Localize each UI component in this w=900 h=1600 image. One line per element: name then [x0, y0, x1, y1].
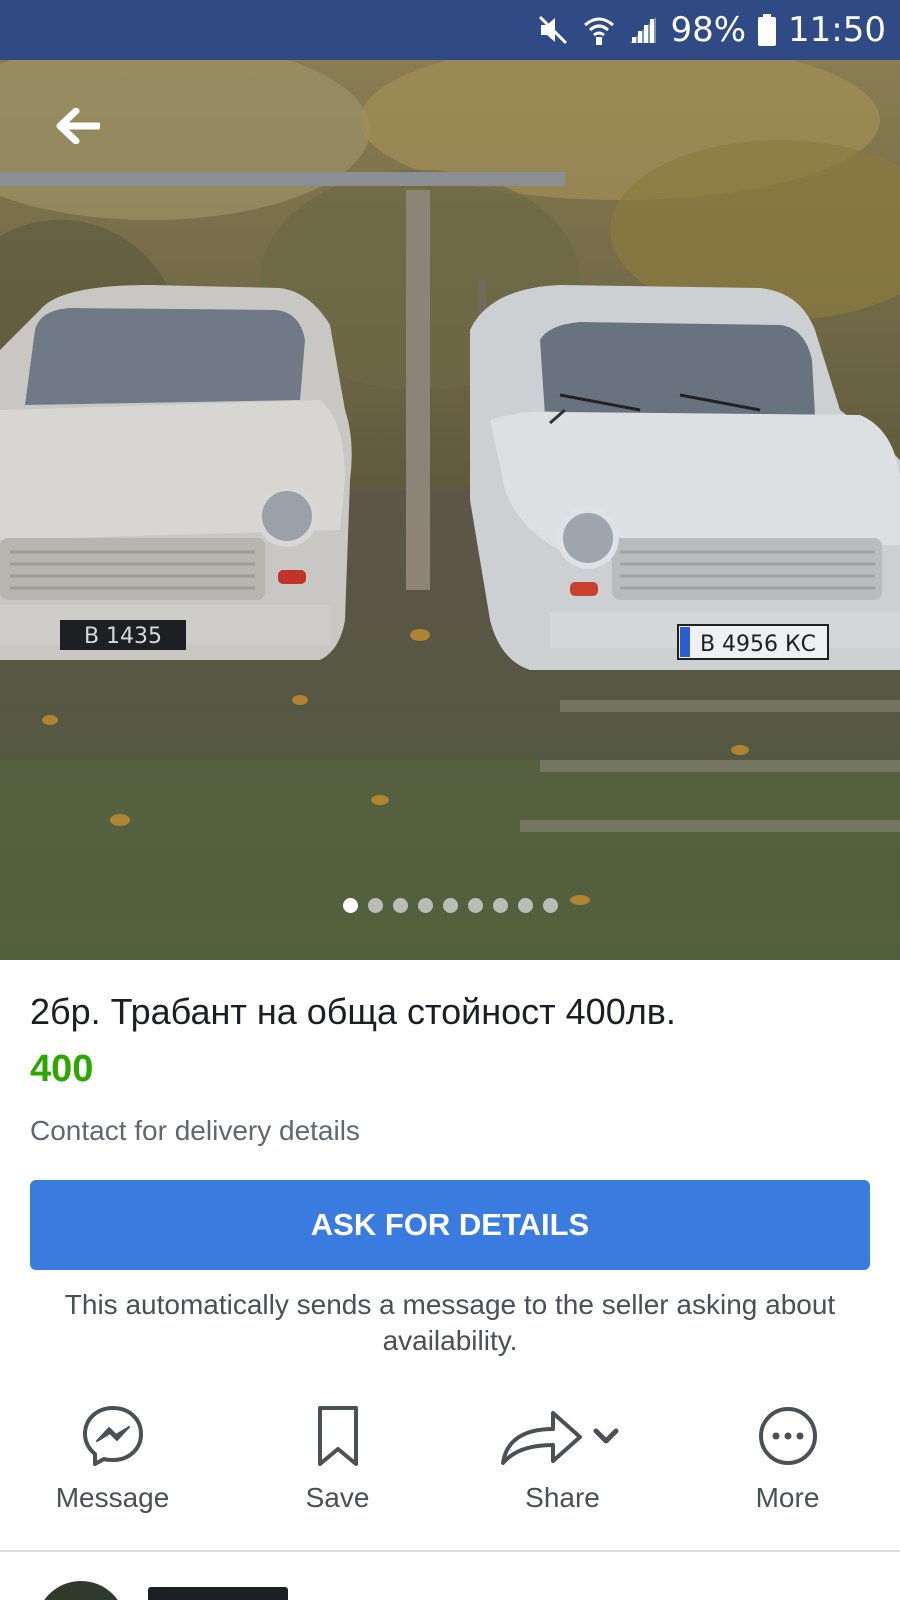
section-divider — [0, 1550, 900, 1552]
seller-name — [148, 1587, 288, 1600]
status-bar: 98% 11:50 — [0, 0, 900, 60]
seller-row[interactable] — [0, 1553, 900, 1600]
auto-message-note: This automatically sends a message to th… — [64, 1289, 836, 1356]
message-action[interactable]: Message — [0, 1400, 225, 1530]
mute-icon — [536, 13, 570, 47]
listing-photo-carousel[interactable]: В 1435 В 4956 КС — [0, 60, 900, 960]
carousel-dot[interactable] — [542, 898, 558, 913]
back-button[interactable] — [50, 98, 106, 154]
carousel-dot[interactable] — [442, 898, 458, 913]
more-label: More — [755, 1482, 820, 1513]
share-action[interactable]: Share — [450, 1400, 675, 1530]
save-action[interactable]: Save — [225, 1400, 450, 1530]
ask-for-details-button[interactable]: ASK FOR DETAILS — [30, 1180, 870, 1270]
more-action[interactable]: More — [675, 1400, 900, 1530]
action-bar: Message Save Share More — [0, 1400, 900, 1530]
battery-percent: 98% — [670, 10, 747, 50]
carousel-dot[interactable] — [517, 898, 533, 913]
wifi-icon — [582, 13, 616, 47]
carousel-dot[interactable] — [392, 898, 408, 913]
listing-price: 400 — [30, 1048, 94, 1090]
left-plate: В 1435 — [84, 624, 162, 649]
carousel-dot[interactable] — [417, 898, 433, 913]
share-label: Share — [525, 1482, 600, 1513]
carousel-indicator — [0, 898, 900, 913]
signal-icon — [628, 15, 658, 45]
more-icon — [758, 1407, 817, 1465]
listing-photo: В 1435 В 4956 КС — [0, 60, 900, 960]
bookmark-icon — [317, 1406, 358, 1466]
clock: 11:50 — [788, 10, 886, 50]
listing-title: 2бр. Трабант на обща стойност 400лв. — [30, 991, 676, 1032]
seller-avatar[interactable] — [36, 1581, 126, 1600]
delivery-info: Contact for delivery details — [30, 1115, 360, 1146]
back-arrow-icon — [56, 108, 100, 144]
carousel-dot[interactable] — [467, 898, 483, 913]
message-label: Message — [55, 1482, 170, 1513]
carousel-dot[interactable] — [342, 898, 358, 913]
chevron-down-icon — [593, 1428, 618, 1444]
messenger-icon — [82, 1406, 143, 1466]
right-plate: В 4956 КС — [700, 632, 816, 657]
carousel-dot[interactable] — [492, 898, 508, 913]
carousel-dot[interactable] — [367, 898, 383, 913]
save-label: Save — [305, 1482, 370, 1513]
battery-icon — [758, 14, 777, 46]
share-icon — [500, 1411, 618, 1465]
